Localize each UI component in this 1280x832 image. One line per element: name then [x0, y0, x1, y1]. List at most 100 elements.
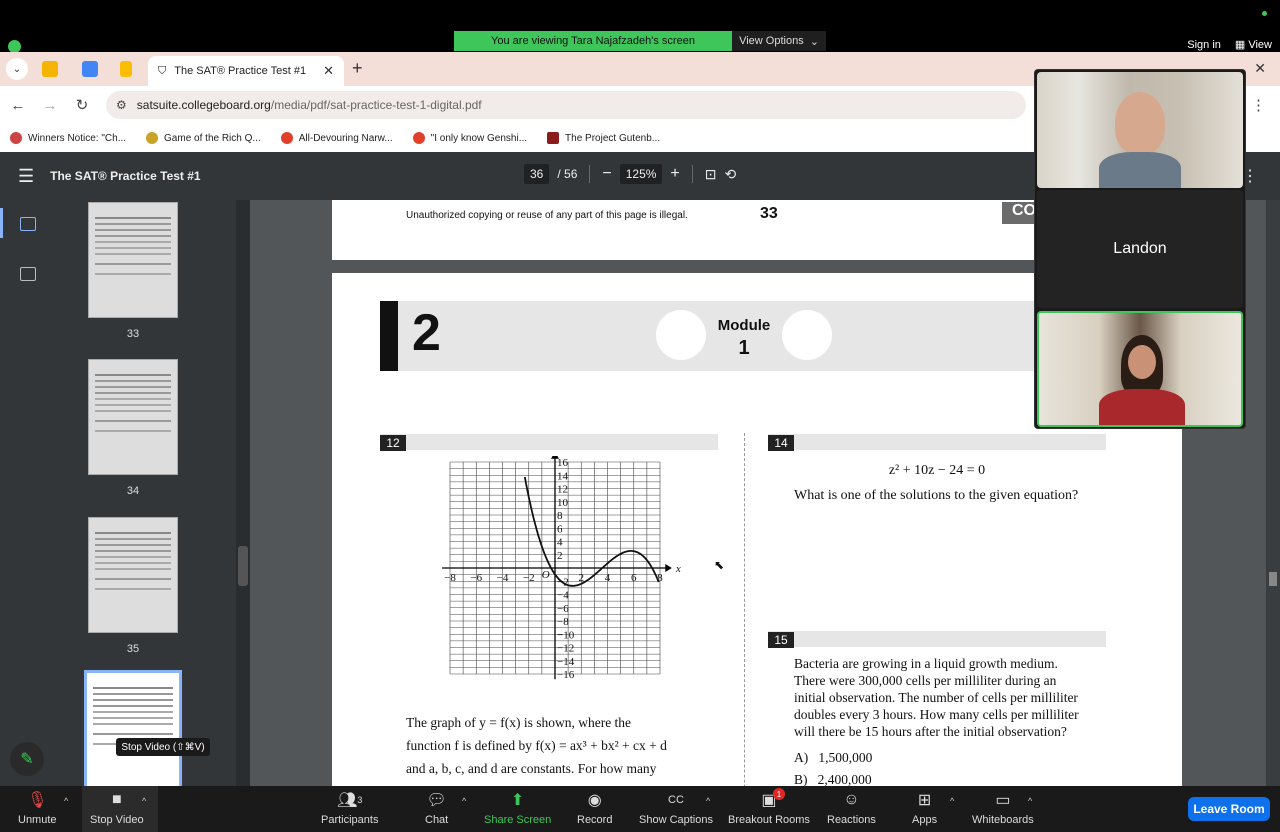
participants-button[interactable]: 👥︎ 3 Participants [321, 790, 378, 826]
captions-options-chevron-icon[interactable]: ^ [706, 796, 710, 806]
text-line: Bacteria are growing in a liquid growth … [794, 656, 1058, 671]
close-tab-icon[interactable]: ✕ [323, 63, 334, 79]
zoom-out-icon[interactable]: − [602, 165, 611, 183]
chevron-down-icon: ⌄ [809, 35, 819, 48]
answer-choice-a: A) 1,500,000 [794, 750, 873, 765]
site-info-icon[interactable]: ⚙ [116, 98, 127, 112]
status-dot [1262, 11, 1267, 16]
x-tick-label: −6 [470, 572, 482, 584]
zoom-level-input[interactable]: 125% [619, 164, 663, 184]
share-screen-label: Share Screen [484, 814, 552, 826]
fit-page-icon[interactable]: ⊡ [705, 166, 717, 183]
rotate-icon[interactable]: ⟲ [725, 166, 737, 183]
thumbnails-icon[interactable] [20, 217, 36, 231]
reactions-button[interactable]: ☺ Reactions [827, 790, 876, 826]
question-15-header: 15 [768, 631, 1106, 648]
video-options-chevron-icon[interactable]: ^ [142, 796, 146, 806]
page-thumbnail-34[interactable] [88, 359, 178, 475]
scrollbar-thumb[interactable] [238, 546, 248, 586]
kebab-menu-icon[interactable]: ⋮ [1251, 96, 1266, 114]
tab-search-button[interactable]: ⌄ [6, 58, 28, 80]
stop-video-tooltip: Stop Video (⇧⌘V) [116, 738, 210, 756]
url-host: satsuite.collegeboard.org [136, 98, 271, 112]
thumbnail-label: 33 [126, 328, 140, 340]
chat-button[interactable]: 💬︎ Chat [425, 790, 448, 826]
page-thumbnail-35[interactable] [88, 517, 178, 633]
audio-options-chevron-icon[interactable]: ^ [64, 796, 68, 806]
text-line: and a, b, c, and d are constants. For ho… [406, 761, 657, 776]
whiteboards-button[interactable]: ▭ Whiteboards [972, 790, 1034, 826]
share-screen-button[interactable]: ⬆ Share Screen [484, 790, 551, 826]
chat-label: Chat [425, 814, 449, 826]
record-button[interactable]: ◉ Record [577, 790, 612, 826]
close-window-icon[interactable]: ✕ [1254, 60, 1266, 77]
slides-tab-icon[interactable] [42, 61, 58, 77]
video-tile-1[interactable] [1037, 72, 1243, 188]
bookmark-label: "I only know Genshi... [430, 132, 528, 144]
y-tick-label: −8 [557, 616, 569, 628]
bookmark-item[interactable]: The Project Gutenb... [547, 132, 660, 144]
question-number: 14 [768, 435, 794, 451]
scrollbar-thumb[interactable] [1269, 572, 1277, 586]
stop-video-button[interactable]: ■ Stop Video [90, 790, 144, 826]
page-thumbnail-33[interactable] [88, 202, 178, 318]
participant-name: Landon [1113, 240, 1167, 257]
forward-icon[interactable]: → [36, 97, 64, 114]
module-number: 1 [738, 337, 750, 359]
apps-icon: ⊞ [917, 792, 932, 809]
whiteboards-options-chevron-icon[interactable]: ^ [1028, 796, 1032, 806]
question-12-header: 12 [380, 434, 718, 451]
text-line: There were 300,000 cells per milliliter … [794, 673, 1057, 688]
breakout-rooms-button[interactable]: ▣ Breakout Rooms [728, 790, 810, 826]
y-tick-label: 4 [557, 537, 563, 549]
docs-tab-icon[interactable] [82, 61, 98, 77]
bookmark-label: Winners Notice: "Ch... [28, 132, 127, 144]
view-options-button[interactable]: View Options ⌄ [732, 31, 826, 51]
y-tick-label: −12 [557, 643, 574, 655]
new-tab-button[interactable]: + [352, 58, 363, 79]
sidebar-scrollbar[interactable] [236, 200, 250, 786]
hamburger-menu-icon[interactable]: ☰ [18, 166, 34, 187]
sidebar-tabs [0, 200, 56, 786]
module-circle-right [782, 310, 832, 360]
address-bar[interactable]: ⚙ satsuite.collegeboard.org/media/pdf/sa… [106, 91, 1026, 119]
x-tick-label: −8 [444, 572, 456, 584]
page-thumbnail-36[interactable] [84, 670, 182, 790]
bookmark-item[interactable]: Winners Notice: "Ch... [10, 132, 126, 144]
active-tab[interactable]: ⛉ The SAT® Practice Test #1 ✕ [148, 56, 344, 86]
apps-button[interactable]: ⊞ Apps [912, 790, 937, 826]
show-captions-button[interactable]: CC Show Captions [639, 790, 713, 826]
video-tile-landon[interactable]: Landon [1037, 190, 1243, 308]
back-icon[interactable]: ← [4, 97, 32, 114]
chat-options-chevron-icon[interactable]: ^ [462, 796, 466, 806]
toolbar-divider [691, 165, 693, 183]
pdf-sidebar: 33 34 35 [0, 200, 236, 790]
keep-tab-icon[interactable] [120, 61, 132, 77]
view-button[interactable]: ▦ View [1235, 38, 1272, 51]
question-12-text: The graph of y = f(x) is shown, where th… [406, 711, 726, 780]
reactions-label: Reactions [827, 814, 876, 826]
reload-icon[interactable]: ↻ [68, 96, 96, 114]
page-number-input[interactable]: 36 [524, 164, 550, 184]
viewer-scrollbar[interactable] [1266, 200, 1280, 786]
unmute-button[interactable]: 🎙︎ Unmute [18, 790, 57, 826]
apps-options-chevron-icon[interactable]: ^ [950, 796, 954, 806]
outline-icon[interactable] [20, 267, 36, 281]
participants-icon: 👥︎ 3 [337, 792, 363, 809]
equation: z² + 10z − 24 = 0 [888, 463, 986, 478]
leave-room-button[interactable]: Leave Room [1188, 797, 1270, 821]
video-tile-active-speaker[interactable] [1037, 311, 1243, 427]
mouse-cursor-icon: ⬉ [714, 558, 725, 572]
bookmark-item[interactable]: All-Devouring Narw... [280, 132, 393, 144]
show-captions-label: Show Captions [639, 814, 713, 826]
text-line: initial observation. The number of cells… [794, 690, 1078, 705]
thumbnail-label: 34 [126, 485, 140, 497]
bookmark-label: The Project Gutenb... [565, 132, 661, 144]
bookmark-item[interactable]: Game of the Rich Q... [146, 132, 261, 144]
sign-in-button[interactable]: Sign in [1187, 39, 1221, 51]
copyright-notice: Unauthorized copying or reuse of any par… [406, 210, 688, 221]
zoom-in-icon[interactable]: + [670, 165, 679, 183]
pdf-title: The SAT® Practice Test #1 [50, 169, 201, 183]
bookmark-item[interactable]: "I only know Genshi... [412, 132, 528, 144]
annotate-pencil-icon[interactable]: ✎ [10, 742, 44, 776]
